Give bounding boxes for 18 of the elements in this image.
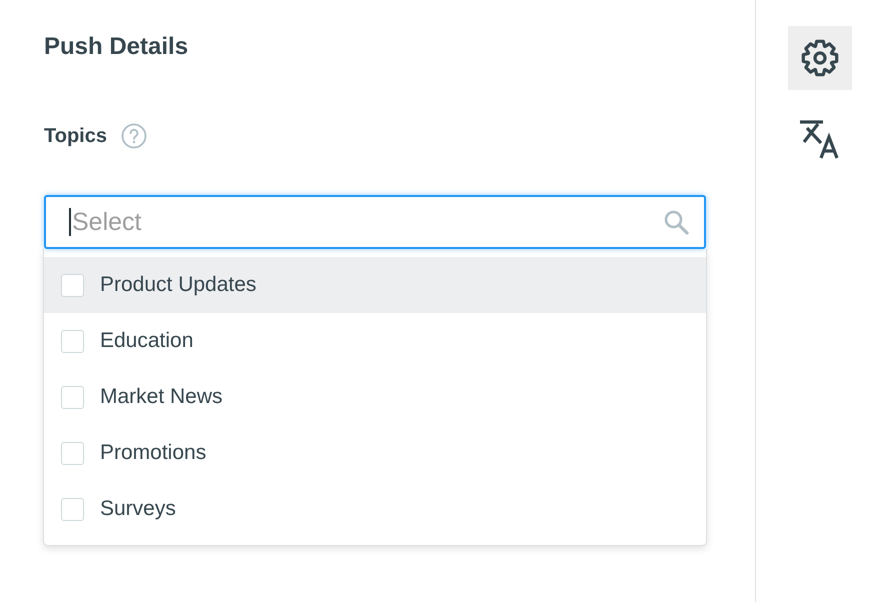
text-cursor	[69, 208, 71, 236]
checkbox[interactable]	[61, 330, 84, 352]
search-icon	[663, 209, 689, 235]
settings-button[interactable]	[788, 26, 852, 90]
panel-title: Push Details	[44, 32, 190, 62]
topic-option[interactable]: Surveys	[44, 481, 706, 537]
topic-option[interactable]: Promotions	[44, 425, 706, 481]
topic-option[interactable]: Product Updates	[44, 257, 706, 313]
checkbox[interactable]	[61, 442, 84, 464]
topic-option[interactable]: Market News	[44, 369, 706, 425]
field-label: Topics	[44, 124, 107, 149]
help-icon[interactable]	[120, 123, 147, 149]
settings-icon	[801, 39, 839, 77]
checkbox[interactable]	[61, 274, 84, 296]
checkbox[interactable]	[61, 498, 84, 520]
search-field[interactable]: Select	[44, 195, 706, 249]
checkbox[interactable]	[61, 386, 84, 408]
topic-option[interactable]: Education	[44, 313, 706, 369]
